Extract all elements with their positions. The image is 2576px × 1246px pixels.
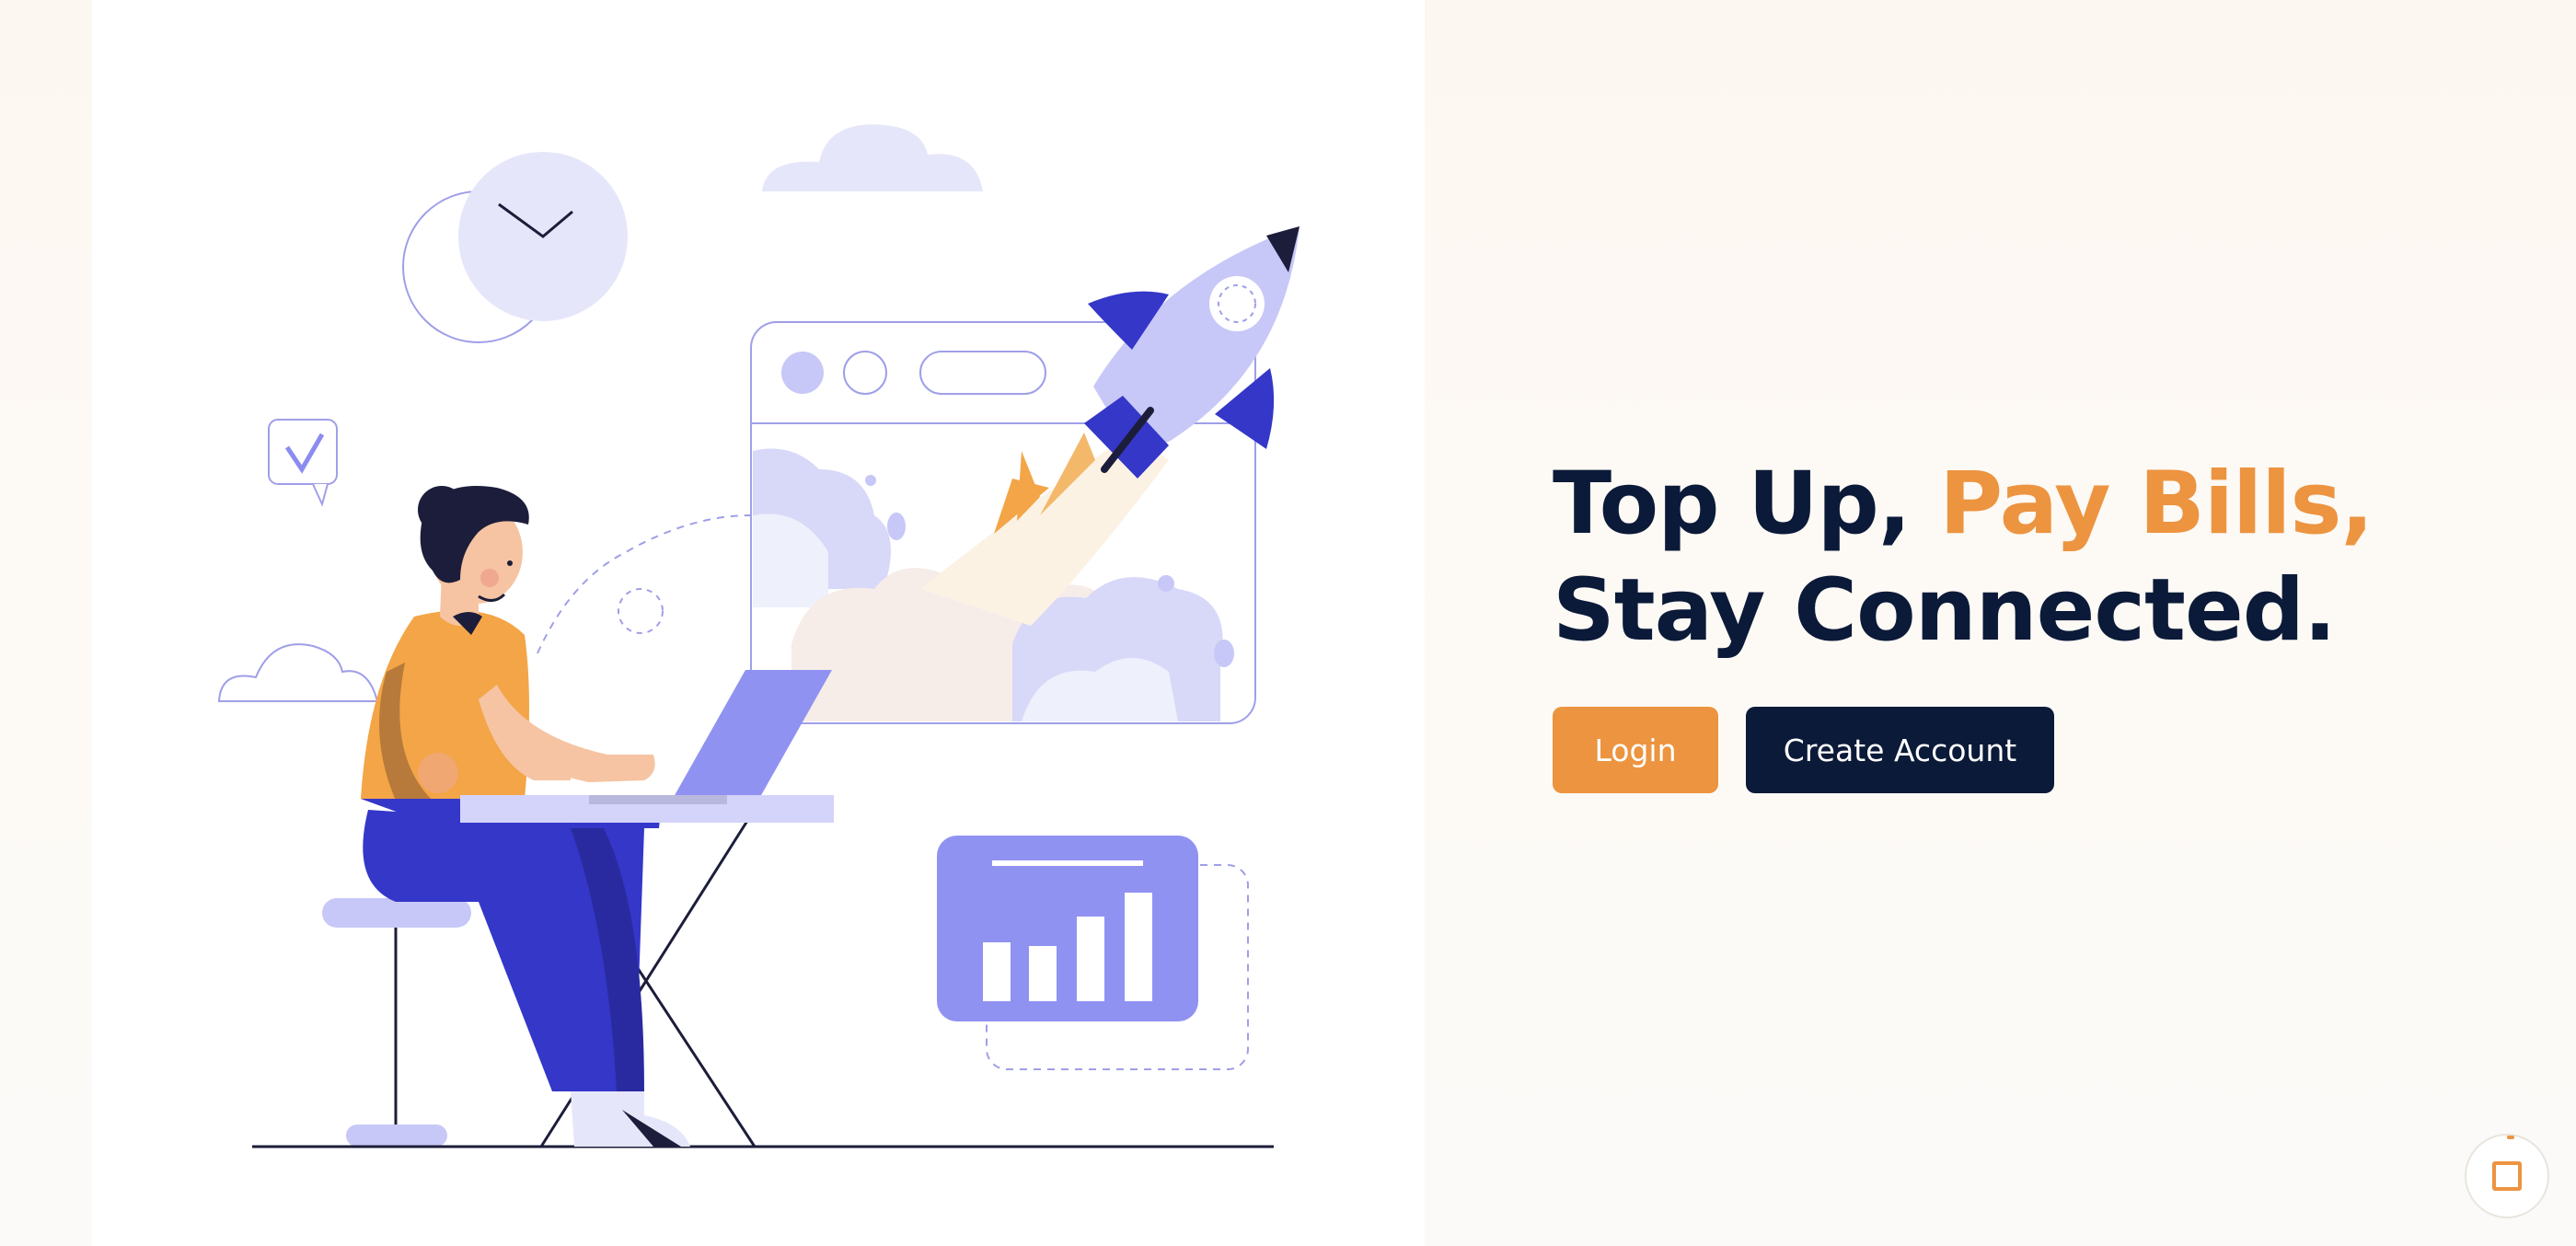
hero-illustration [217,124,1300,1148]
hero-content: Top Up, Pay Bills, Stay Connected. Login… [1553,451,2473,793]
headline-line1-accent: Pay Bills, [1939,454,2374,554]
create-account-button[interactable]: Create Account [1746,707,2054,793]
headline-line2: Stay Connected. [1553,560,2337,661]
square-icon [2492,1161,2522,1191]
floating-action-button[interactable] [2465,1134,2549,1218]
page: Top Up, Pay Bills, Stay Connected. Login… [0,0,2576,1246]
headline-line1-prefix: Top Up, [1553,454,1940,554]
hero-illustration-panel [92,0,1425,1246]
fab-indicator-dot [2507,1136,2514,1139]
login-button[interactable]: Login [1553,707,1718,793]
hero-headline: Top Up, Pay Bills, Stay Connected. [1553,451,2473,664]
hero-actions: Login Create Account [1553,707,2473,793]
